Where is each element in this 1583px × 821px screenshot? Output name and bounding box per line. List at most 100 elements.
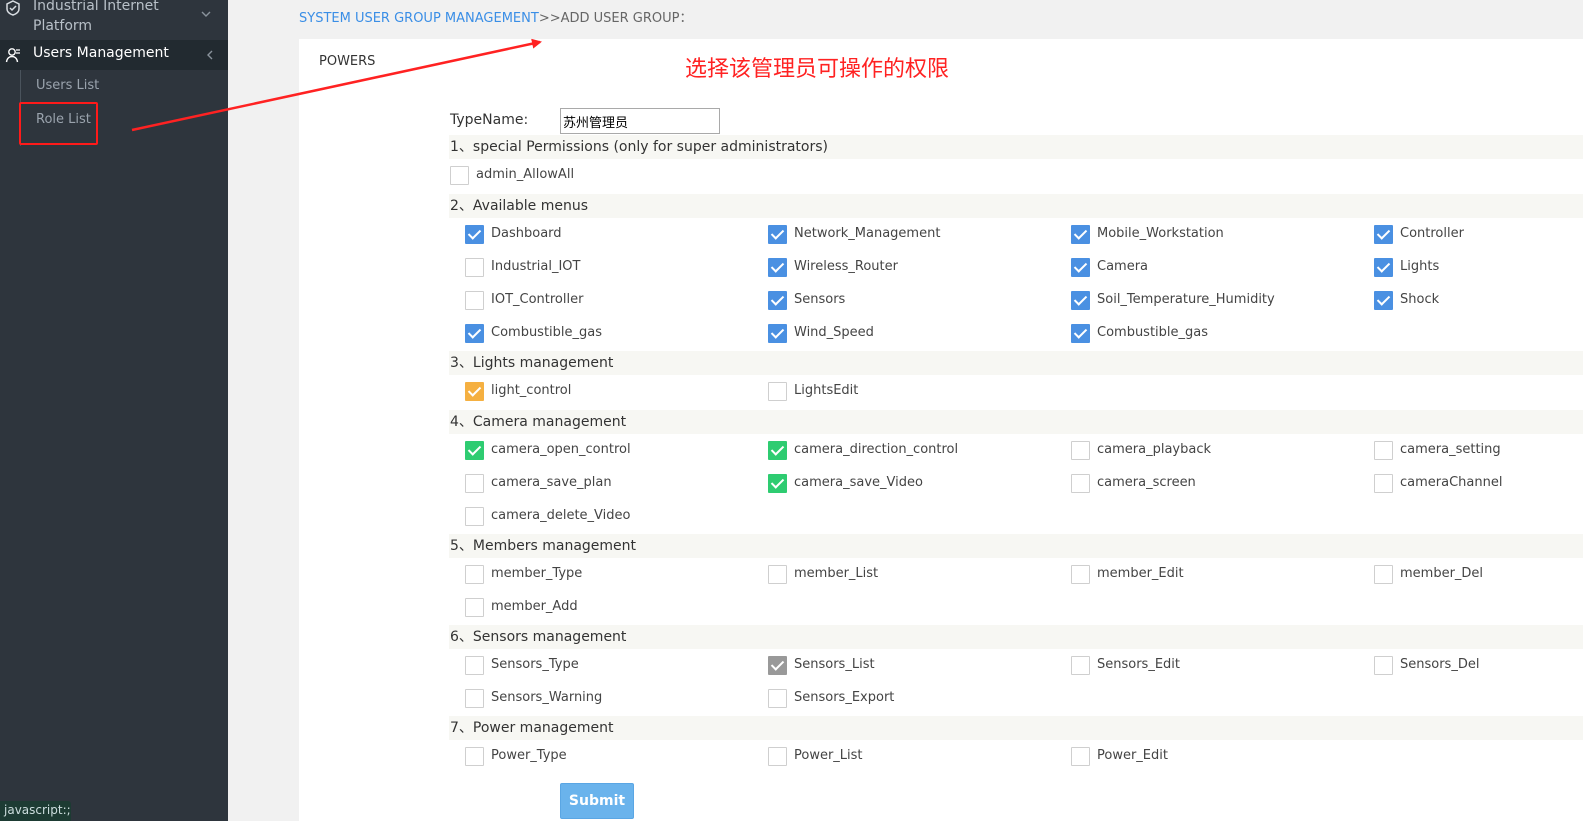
permission-label: Combustible_gas: [491, 325, 603, 340]
section-header: 6、Sensors management: [449, 625, 1583, 649]
permission-label: IOT_Controller: [491, 292, 584, 307]
checkbox-empty-icon[interactable]: [465, 507, 484, 526]
permission-label: Sensors_Del: [1400, 657, 1480, 672]
checkbox-checked-icon[interactable]: [768, 258, 787, 277]
permission-label: camera_delete_Video: [491, 508, 631, 523]
checkbox-empty-icon[interactable]: [465, 258, 484, 277]
permission-label: Power_Type: [491, 748, 567, 763]
permission-label: member_Edit: [1097, 566, 1184, 581]
permission-label: cameraChannel: [1400, 475, 1503, 490]
checkbox-empty-icon[interactable]: [1071, 747, 1090, 766]
section-header: 5、Members management: [449, 534, 1583, 558]
checkbox-empty-icon[interactable]: [465, 474, 484, 493]
section-header: 7、Power management: [449, 716, 1583, 740]
permission-label: Mobile_Workstation: [1097, 226, 1224, 241]
breadcrumb-link[interactable]: SYSTEM USER GROUP MANAGEMENT: [299, 11, 539, 26]
permission-label: camera_playback: [1097, 442, 1212, 457]
typename-label: TypeName:: [450, 112, 529, 128]
breadcrumb-current: >>ADD USER GROUP：: [538, 11, 693, 26]
checkbox-empty-icon[interactable]: [1374, 656, 1393, 675]
checkbox-empty-icon[interactable]: [1071, 656, 1090, 675]
sidebar-item-users-management-label: Users Management: [33, 45, 169, 61]
checkbox-empty-icon[interactable]: [1374, 474, 1393, 493]
permission-label: Sensors_Type: [491, 657, 579, 672]
checkbox-checked-icon[interactable]: [768, 225, 787, 244]
checkbox-empty-icon[interactable]: [465, 291, 484, 310]
section-header: 3、Lights management: [449, 351, 1583, 375]
user-icon: [5, 48, 20, 63]
permission-label: Camera: [1097, 259, 1149, 274]
permission-label: Wireless_Router: [794, 259, 898, 274]
submit-button[interactable]: Submit: [560, 783, 634, 819]
permission-label: Network_Management: [794, 226, 941, 241]
checkbox-checked-icon[interactable]: [768, 474, 787, 493]
checkbox-checked-icon[interactable]: [465, 324, 484, 343]
section-header: 2、Available menus: [449, 194, 1583, 218]
checkbox-checked-icon[interactable]: [465, 382, 484, 401]
checkbox-checked-icon[interactable]: [768, 324, 787, 343]
checkbox-checked-icon[interactable]: [465, 225, 484, 244]
checkbox-checked-icon[interactable]: [1071, 258, 1090, 277]
permission-label: light_control: [491, 383, 572, 398]
checkbox-empty-icon[interactable]: [465, 565, 484, 584]
checkbox-empty-icon[interactable]: [465, 747, 484, 766]
checkbox-checked-icon[interactable]: [465, 441, 484, 460]
permission-label: Sensors_Export: [794, 690, 895, 705]
checkbox-empty-icon[interactable]: [1071, 565, 1090, 584]
permission-label: Sensors_List: [794, 657, 875, 672]
permission-label: Dashboard: [491, 226, 562, 241]
checkbox-empty-icon[interactable]: [465, 656, 484, 675]
checkbox-checked-icon[interactable]: [768, 291, 787, 310]
permission-label: Lights: [1400, 259, 1440, 274]
permission-label: Industrial_IOT: [491, 259, 581, 274]
checkbox-checked-icon[interactable]: [1071, 324, 1090, 343]
permission-label: Sensors_Warning: [491, 690, 603, 705]
sidebar-item-users-list[interactable]: Users List: [36, 78, 99, 93]
permission-label: Combustible_gas: [1097, 325, 1209, 340]
checkbox-empty-icon[interactable]: [465, 598, 484, 617]
permission-label: camera_open_control: [491, 442, 631, 457]
checkbox-checked-icon[interactable]: [768, 656, 787, 675]
permission-label: camera_screen: [1097, 475, 1196, 490]
typename-input[interactable]: [560, 108, 720, 134]
permission-label: Soil_Temperature_Humidity: [1097, 292, 1275, 307]
checkbox-empty-icon[interactable]: [1374, 441, 1393, 460]
checkbox-empty-icon[interactable]: [450, 166, 469, 185]
permission-label: Controller: [1400, 226, 1464, 241]
checkbox-checked-icon[interactable]: [1374, 258, 1393, 277]
permission-label: Sensors_Edit: [1097, 657, 1181, 672]
status-bar: javascript:;: [0, 801, 71, 821]
permission-label: Power_Edit: [1097, 748, 1168, 763]
checkbox-empty-icon[interactable]: [768, 382, 787, 401]
checkbox-checked-icon[interactable]: [1071, 291, 1090, 310]
checkbox-empty-icon[interactable]: [465, 689, 484, 708]
checkbox-checked-icon[interactable]: [768, 441, 787, 460]
permission-label: camera_setting: [1400, 442, 1501, 457]
checkbox-empty-icon[interactable]: [768, 565, 787, 584]
permission-label: Shock: [1400, 292, 1440, 307]
checkbox-empty-icon[interactable]: [768, 689, 787, 708]
permission-label: member_Type: [491, 566, 583, 581]
permission-label: member_Del: [1400, 566, 1484, 581]
checkbox-empty-icon[interactable]: [1071, 441, 1090, 460]
checkbox-empty-icon[interactable]: [768, 747, 787, 766]
checkbox-checked-icon[interactable]: [1374, 291, 1393, 310]
section-header: 4、Camera management: [449, 410, 1583, 434]
sidebar-item-users-management[interactable]: Users Management: [0, 40, 228, 70]
permission-label: camera_save_plan: [491, 475, 612, 490]
checkbox-empty-icon[interactable]: [1374, 565, 1393, 584]
breadcrumb: SYSTEM USER GROUP MANAGEMENT>>ADD USER G…: [299, 7, 692, 26]
sidebar-item-platform[interactable]: Industrial Internet Platform: [0, 0, 228, 40]
permission-label: admin_AllowAll: [476, 167, 575, 182]
powers-panel: POWERS 选择该管理员可操作的权限 TypeName: 1、special …: [299, 39, 1583, 821]
permission-label: camera_direction_control: [794, 442, 959, 457]
permission-label: member_Add: [491, 599, 578, 614]
chevron-left-icon: [207, 50, 213, 60]
checkbox-checked-icon[interactable]: [1071, 225, 1090, 244]
section-header: 1、special Permissions (only for super ad…: [449, 135, 1583, 159]
powers-title: POWERS: [319, 54, 376, 69]
sidebar-item-platform-label: Industrial Internet Platform: [33, 0, 159, 34]
checkbox-checked-icon[interactable]: [1374, 225, 1393, 244]
checkbox-empty-icon[interactable]: [1071, 474, 1090, 493]
platform-icon: [6, 0, 20, 16]
